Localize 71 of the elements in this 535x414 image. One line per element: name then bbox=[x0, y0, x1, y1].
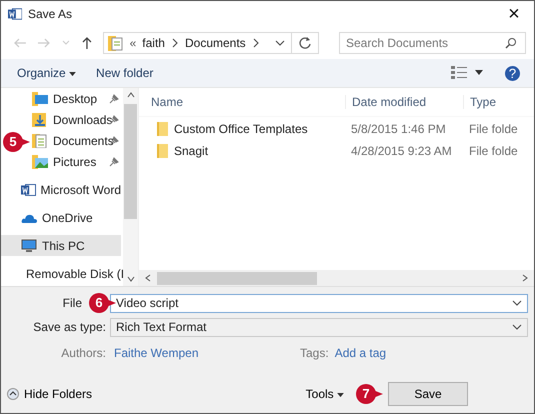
file-type-dropdown[interactable]: Rich Text Format bbox=[110, 318, 528, 336]
file-name: Snagit bbox=[174, 144, 208, 158]
save-button[interactable]: Save bbox=[388, 382, 468, 406]
file-row[interactable]: Custom Office Templates 5/8/2015 1:46 PM File folde bbox=[139, 119, 534, 139]
sidebar-item[interactable]: Downloads bbox=[30, 109, 121, 130]
caret-icon[interactable] bbox=[475, 70, 483, 76]
tools-button[interactable]: Tools bbox=[302, 387, 348, 401]
sidebar-item[interactable]: Desktop bbox=[30, 88, 121, 109]
field-label: Authors: bbox=[60, 346, 107, 360]
close-button[interactable]: × bbox=[494, 1, 534, 27]
sidebar-item[interactable]: Removable Disk (I bbox=[1, 263, 121, 284]
new-folder-button[interactable]: New folder bbox=[90, 63, 160, 83]
caret-icon bbox=[337, 393, 344, 398]
chevron-down-icon[interactable] bbox=[126, 276, 134, 282]
caret-icon bbox=[69, 72, 76, 77]
documents-icon bbox=[32, 134, 48, 148]
computer-icon bbox=[21, 238, 37, 252]
chevron-right-icon[interactable] bbox=[252, 38, 260, 48]
type-cell-text: File folde bbox=[468, 122, 519, 136]
view-options-icon[interactable] bbox=[451, 66, 467, 80]
window-title: Save As bbox=[28, 7, 72, 21]
search-field[interactable]: Search Documents bbox=[339, 32, 526, 54]
chevron-left-icon[interactable] bbox=[145, 274, 151, 282]
column-header[interactable]: Name bbox=[139, 95, 345, 109]
breadcrumb[interactable]: Documents bbox=[184, 36, 246, 50]
add-tag-link[interactable]: Add a tag bbox=[334, 346, 386, 360]
chevron-right-icon[interactable] bbox=[170, 38, 179, 48]
file-name: Custom Office Templates bbox=[174, 122, 308, 136]
file-row[interactable]: Snagit 4/28/2015 9:23 AM File folde bbox=[139, 141, 534, 161]
help-button[interactable]: ? bbox=[505, 66, 520, 80]
overflow-chevron[interactable]: « bbox=[130, 36, 136, 50]
callout-marker: 5 bbox=[2, 131, 30, 153]
refresh-icon[interactable] bbox=[298, 36, 312, 50]
word-icon bbox=[8, 7, 22, 21]
field-label: Tags: bbox=[300, 346, 329, 360]
scrollbar[interactable] bbox=[123, 88, 138, 286]
field-label: Save as type: bbox=[32, 320, 107, 334]
download-folder-icon bbox=[32, 112, 48, 126]
chevron-down-icon bbox=[512, 323, 522, 331]
folder-icon bbox=[157, 122, 168, 136]
address-bar[interactable]: « faith Documents bbox=[102, 32, 319, 54]
organize-button[interactable]: Organize bbox=[11, 63, 82, 83]
scrollbar[interactable] bbox=[139, 270, 534, 286]
column-header[interactable]: Type bbox=[463, 95, 534, 109]
date-cell-text: 4/28/2015 9:23 AM bbox=[350, 144, 453, 158]
sidebar-item[interactable]: OneDrive bbox=[1, 207, 121, 228]
type-cell-text: File folde bbox=[468, 144, 519, 158]
callout-marker: 6 bbox=[88, 292, 116, 314]
sidebar-item[interactable]: Microsoft Word bbox=[1, 179, 121, 200]
sidebar-item[interactable]: Documents bbox=[30, 130, 121, 151]
callout-marker: 7 bbox=[355, 383, 383, 405]
up-arrow-icon[interactable] bbox=[80, 36, 93, 50]
sidebar-item[interactable]: Pictures bbox=[30, 151, 121, 172]
folder-icon bbox=[157, 144, 168, 158]
field-label: File bbox=[62, 296, 83, 310]
pictures-icon bbox=[32, 154, 48, 168]
authors-link[interactable]: Faithe Wempen bbox=[114, 346, 294, 360]
search-icon bbox=[505, 37, 517, 49]
chevron-right-icon[interactable] bbox=[522, 274, 528, 282]
column-header[interactable]: Date modified bbox=[345, 95, 463, 109]
hide-folders-button[interactable]: Hide Folders bbox=[7, 387, 92, 401]
date-cell-text: 5/8/2015 1:46 PM bbox=[350, 122, 447, 136]
breadcrumb[interactable]: faith bbox=[142, 36, 165, 50]
chevron-up-icon[interactable] bbox=[126, 92, 134, 98]
desktop-icon bbox=[32, 92, 48, 106]
word-icon bbox=[21, 182, 36, 196]
chevron-up-icon bbox=[7, 388, 19, 400]
documents-icon bbox=[108, 35, 124, 51]
sidebar-item[interactable]: This PC bbox=[1, 235, 121, 256]
chevron-down-icon[interactable] bbox=[275, 39, 285, 47]
chevron-down-icon bbox=[512, 299, 522, 307]
